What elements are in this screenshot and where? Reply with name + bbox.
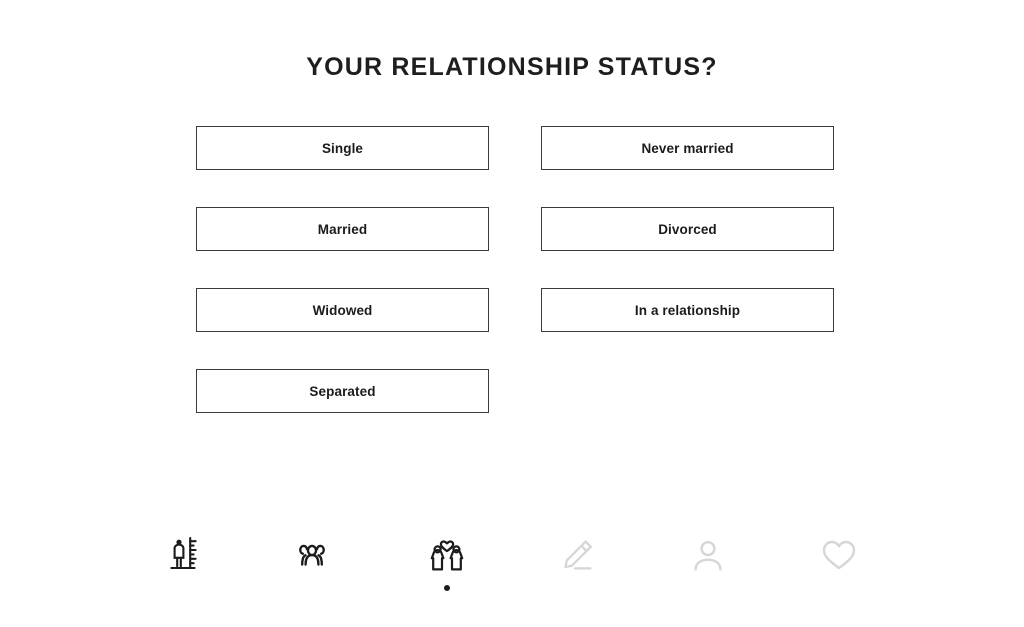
heart-icon — [821, 533, 857, 577]
relationship-status-options: Single Never married Married Divorced Wi… — [196, 126, 834, 413]
survey-screen: YOUR RELATIONSHIP STATUS? Single Never m… — [0, 0, 1024, 627]
nav-edit[interactable] — [532, 533, 622, 603]
nav-active-dot — [705, 585, 711, 591]
nav-relationship[interactable] — [402, 533, 492, 603]
nav-active-dot — [313, 585, 319, 591]
bottom-navigation — [140, 533, 884, 609]
nav-active-dot — [574, 585, 580, 591]
nav-active-dot — [836, 585, 842, 591]
body-measurement-icon — [168, 533, 202, 577]
nav-favorites[interactable] — [794, 533, 884, 603]
pencil-icon — [559, 533, 595, 577]
person-icon — [691, 533, 725, 577]
option-never-married[interactable]: Never married — [541, 126, 834, 170]
option-divorced[interactable]: Divorced — [541, 207, 834, 251]
option-single[interactable]: Single — [196, 126, 489, 170]
option-separated[interactable]: Separated — [196, 369, 489, 413]
people-group-icon — [296, 533, 336, 577]
nav-body-measurement[interactable] — [140, 533, 230, 603]
nav-people-group[interactable] — [271, 533, 361, 603]
nav-profile[interactable] — [663, 533, 753, 603]
option-married[interactable]: Married — [196, 207, 489, 251]
option-in-a-relationship[interactable]: In a relationship — [541, 288, 834, 332]
nav-active-dot — [182, 585, 188, 591]
couple-heart-icon — [427, 533, 467, 577]
option-widowed[interactable]: Widowed — [196, 288, 489, 332]
page-title: YOUR RELATIONSHIP STATUS? — [306, 52, 718, 81]
nav-active-dot — [443, 585, 450, 591]
